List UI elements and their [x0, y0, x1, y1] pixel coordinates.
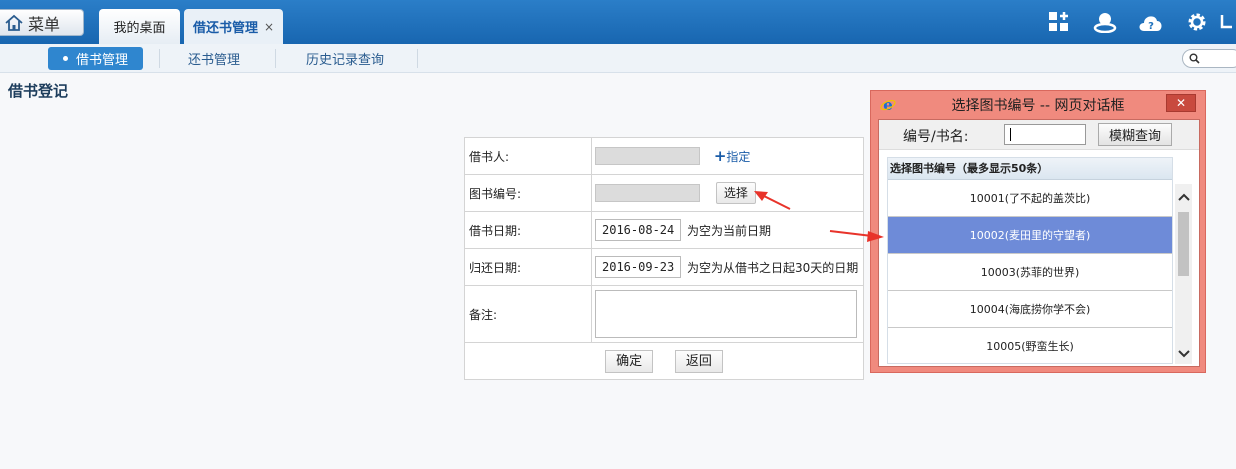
subnav-label: 借书管理 — [75, 53, 128, 68]
bullet-icon — [62, 56, 68, 61]
search-label: 编号/书名: — [903, 129, 969, 145]
dialog-title: 选择图书编号 -- 网页对话框 — [951, 97, 1125, 114]
form-row-book-no: 图书编号: 选择 — [464, 174, 864, 212]
tab-label: 借还书管理 — [192, 21, 258, 36]
back-button[interactable]: 返回 — [674, 349, 723, 373]
divider — [159, 49, 160, 68]
divider — [275, 49, 276, 68]
tab-close-icon[interactable]: × — [264, 20, 274, 34]
subnav-item-return[interactable]: 还书管理 — [175, 47, 253, 70]
remarks-label: 备注: — [464, 285, 592, 343]
list-item[interactable]: 10001(了不起的盖茨比) — [888, 180, 1172, 217]
dialog-body: 编号/书名: 模糊查询 选择图书编号（最多显示50条） 10001(了不起的盖茨… — [878, 119, 1200, 367]
search-icon — [1189, 53, 1200, 64]
form-row-return-date: 归还日期: 2016-09-23 为空为从借书之日起30天的日期 — [464, 248, 864, 286]
form-row-borrower: 借书人: +指定 — [464, 137, 864, 175]
chevron-down-icon[interactable] — [1175, 345, 1192, 362]
fuzzy-search-button[interactable]: 模糊查询 — [1098, 123, 1172, 146]
help-cloud-icon[interactable]: ? — [1128, 0, 1174, 44]
tab-label: 我的桌面 — [113, 21, 166, 36]
list-header: 选择图书编号（最多显示50条） — [888, 158, 1172, 180]
borrow-date-field[interactable]: 2016-08-24 — [595, 219, 681, 241]
borrower-field[interactable] — [595, 147, 700, 165]
borrow-date-label: 借书日期: — [464, 211, 592, 249]
home-icon — [5, 14, 23, 31]
return-date-hint: 为空为从借书之日起30天的日期 — [687, 260, 859, 275]
subnav-item-borrow[interactable]: 借书管理 — [48, 47, 143, 70]
plus-icon: + — [713, 147, 727, 165]
top-toolbar: ? — [1036, 0, 1236, 44]
global-search-input[interactable] — [1182, 49, 1236, 68]
book-list: 选择图书编号（最多显示50条） 10001(了不起的盖茨比) 10002(麦田里… — [887, 157, 1173, 364]
form-row-remarks: 备注: — [464, 285, 864, 343]
gear-icon[interactable] — [1174, 0, 1220, 44]
tab-my-desktop[interactable]: 我的桌面 — [99, 9, 180, 44]
dialog-close-button[interactable]: ✕ — [1166, 94, 1196, 112]
list-item-selected[interactable]: 10002(麦田里的守望者) — [888, 217, 1172, 254]
page-title: 借书登记 — [8, 82, 69, 100]
cup-icon[interactable] — [1220, 0, 1236, 44]
book-search-input[interactable] — [1004, 124, 1086, 145]
subnav-item-history[interactable]: 历史记录查询 — [295, 47, 395, 70]
tab-borrow-return[interactable]: 借还书管理 × — [184, 9, 283, 44]
form-row-borrow-date: 借书日期: 2016-08-24 为空为当前日期 — [464, 211, 864, 249]
list-item[interactable]: 10005(野蛮生长) — [888, 328, 1172, 363]
sub-nav: 借书管理 还书管理 历史记录查询 — [0, 44, 1236, 73]
borrower-label: 借书人: — [464, 137, 592, 175]
form-row-actions: 确定 返回 — [464, 342, 864, 380]
menu-label: 菜单 — [28, 14, 61, 34]
assign-label: 指定 — [726, 150, 751, 164]
chevron-up-icon[interactable] — [1175, 188, 1192, 205]
book-no-label: 图书编号: — [464, 174, 592, 212]
menu-button[interactable]: 菜单 — [0, 9, 84, 36]
list-item[interactable]: 10004(海底捞你学不会) — [888, 291, 1172, 328]
subnav-label: 还书管理 — [187, 53, 240, 68]
user-icon[interactable] — [1082, 0, 1128, 44]
borrow-date-hint: 为空为当前日期 — [687, 223, 772, 238]
remarks-textarea[interactable] — [595, 290, 857, 338]
return-date-field[interactable]: 2016-09-23 — [595, 256, 681, 278]
select-book-dialog: e 选择图书编号 -- 网页对话框 ✕ 编号/书名: 模糊查询 选择图书编号（最… — [870, 90, 1206, 373]
list-scrollbar[interactable] — [1175, 184, 1192, 364]
select-book-button[interactable]: 选择 — [715, 182, 756, 204]
return-date-label: 归还日期: — [464, 248, 592, 286]
dialog-search-bar: 编号/书名: 模糊查询 — [879, 120, 1199, 150]
top-bar: 菜单 我的桌面 借还书管理 × ? — [0, 0, 1236, 44]
list-item[interactable]: 10003(苏菲的世界) — [888, 254, 1172, 291]
subnav-label: 历史记录查询 — [305, 53, 384, 68]
divider — [417, 49, 418, 68]
assign-borrower-link[interactable]: +指定 — [713, 147, 751, 165]
confirm-button[interactable]: 确定 — [605, 349, 654, 373]
svg-text:?: ? — [1148, 21, 1154, 32]
scrollbar-thumb[interactable] — [1178, 212, 1189, 276]
dashboard-add-icon[interactable] — [1036, 0, 1082, 44]
borrow-form: 借书人: +指定 图书编号: 选择 借书日期: 2016-08-24 为空为当前日… — [464, 137, 864, 380]
book-no-field[interactable] — [595, 184, 700, 202]
